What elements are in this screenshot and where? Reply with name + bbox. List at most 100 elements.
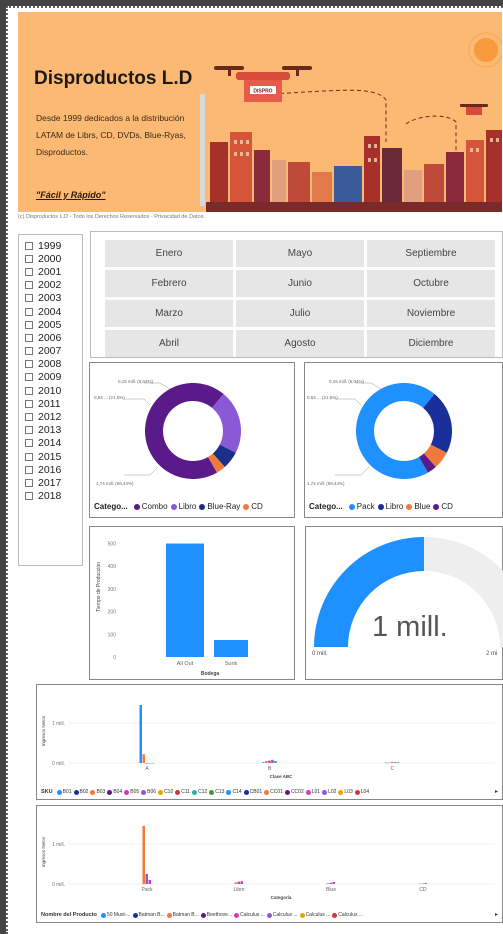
year-option-2010[interactable]: 2010 <box>25 384 82 397</box>
bar-pack-2[interactable] <box>148 880 152 884</box>
legend-item[interactable]: L01 <box>312 789 320 795</box>
year-option-2001[interactable]: 2001 <box>25 265 82 278</box>
checkbox[interactable] <box>25 294 33 303</box>
checkbox[interactable] <box>25 426 33 435</box>
legend-next-arrow-2[interactable]: ▸ <box>495 911 498 918</box>
bar-all-out[interactable] <box>166 543 204 657</box>
year-option-2014[interactable]: 2014 <box>25 437 82 450</box>
legend-item[interactable]: L04 <box>361 789 369 795</box>
bar-libro-2[interactable] <box>240 881 244 884</box>
legend-item[interactable]: B04 <box>113 789 122 795</box>
legend-next-arrow[interactable]: ▸ <box>495 788 498 795</box>
bar-blue-0[interactable] <box>326 883 330 884</box>
checkbox[interactable] <box>25 465 33 474</box>
category-donut-chart-2[interactable]: 0,15 mill. (6,04%) 0,54 ... (21,5%) 1,74… <box>304 362 503 518</box>
year-option-2007[interactable]: 2007 <box>25 345 82 358</box>
month-button[interactable]: Septiembre <box>367 240 495 267</box>
bar-c-1[interactable] <box>387 762 391 764</box>
category-donut-chart[interactable]: 0,15 mill. (6,04%) 0,54 ... (21,5%) 1,74… <box>89 362 295 518</box>
checkbox[interactable] <box>25 373 33 382</box>
bar-pack-0[interactable] <box>142 826 146 884</box>
legend-item[interactable]: Calculus ... <box>338 912 363 918</box>
bar-a-4[interactable] <box>151 763 155 764</box>
month-button[interactable]: Enero <box>105 240 233 267</box>
legend-item[interactable]: Beethove... <box>207 912 232 918</box>
bar-cd-1[interactable] <box>421 883 425 885</box>
bar-c-4[interactable] <box>396 762 400 763</box>
bar-b-3[interactable] <box>271 759 274 763</box>
bar-blue-2[interactable] <box>332 882 336 884</box>
checkbox[interactable] <box>25 399 33 408</box>
year-option-2018[interactable]: 2018 <box>25 490 82 503</box>
year-option-2015[interactable]: 2015 <box>25 450 82 463</box>
year-option-2004[interactable]: 2004 <box>25 305 82 318</box>
checkbox[interactable] <box>25 478 33 487</box>
legend-item[interactable]: L03 <box>344 789 352 795</box>
month-button[interactable]: Noviembre <box>367 300 495 327</box>
bar-a-1[interactable] <box>142 754 146 763</box>
legend-item[interactable]: CD <box>441 502 453 511</box>
bar-b-2[interactable] <box>268 760 271 763</box>
legend-item[interactable]: CC02 <box>291 789 304 795</box>
bar-sunk[interactable] <box>214 639 248 657</box>
bar-a-3[interactable] <box>148 763 152 764</box>
month-button[interactable]: Agosto <box>236 330 364 357</box>
legend-item[interactable]: Blue <box>414 502 430 511</box>
year-option-2006[interactable]: 2006 <box>25 331 82 344</box>
bar-cd-2[interactable] <box>424 883 428 884</box>
checkbox[interactable] <box>25 452 33 461</box>
year-option-2017[interactable]: 2017 <box>25 476 82 489</box>
bar-a-2[interactable] <box>145 763 149 764</box>
legend-item[interactable]: Batman B... <box>139 912 165 918</box>
legend-item[interactable]: Pack <box>357 502 375 511</box>
year-option-2008[interactable]: 2008 <box>25 358 82 371</box>
legend-item[interactable]: Calculus ... <box>273 912 298 918</box>
category-revenue-chart[interactable]: 0 mill. 1 mill. Pack Libro Blue CD Categoría In… <box>36 805 503 923</box>
year-option-2002[interactable]: 2002 <box>25 279 82 292</box>
legend-item[interactable]: Calculus ... <box>240 912 265 918</box>
year-option-2011[interactable]: 2011 <box>25 397 82 410</box>
checkbox[interactable] <box>25 267 33 276</box>
legend-item[interactable]: B01 <box>63 789 72 795</box>
year-option-2009[interactable]: 2009 <box>25 371 82 384</box>
legend-item[interactable]: B03 <box>96 789 105 795</box>
month-button[interactable]: Febrero <box>105 270 233 297</box>
legend-item[interactable]: C14 <box>232 789 241 795</box>
bar-b-0[interactable] <box>262 762 265 763</box>
month-button[interactable]: Diciembre <box>367 330 495 357</box>
bar-c-3[interactable] <box>393 762 397 763</box>
legend-item[interactable]: C11 <box>181 789 190 795</box>
checkbox[interactable] <box>25 281 33 290</box>
legend-item[interactable]: C13 <box>215 789 224 795</box>
legend-item[interactable]: Blue-Ray <box>207 502 240 511</box>
month-button[interactable]: Marzo <box>105 300 233 327</box>
legend-item[interactable]: CD <box>251 502 263 511</box>
checkbox[interactable] <box>25 347 33 356</box>
legend-item[interactable]: L02 <box>328 789 336 795</box>
year-option-2012[interactable]: 2012 <box>25 410 82 423</box>
month-button[interactable]: Julio <box>236 300 364 327</box>
checkbox[interactable] <box>25 492 33 501</box>
bar-libro-1[interactable] <box>237 881 241 884</box>
checkbox[interactable] <box>25 254 33 263</box>
month-button[interactable]: Junio <box>236 270 364 297</box>
month-button[interactable]: Mayo <box>236 240 364 267</box>
checkbox[interactable] <box>25 307 33 316</box>
month-button[interactable]: Abril <box>105 330 233 357</box>
checkbox[interactable] <box>25 333 33 342</box>
year-option-2016[interactable]: 2016 <box>25 463 82 476</box>
bar-b-1[interactable] <box>265 761 268 763</box>
year-option-2013[interactable]: 2013 <box>25 424 82 437</box>
bar-blue-1[interactable] <box>329 882 333 884</box>
bar-c-2[interactable] <box>390 762 394 763</box>
legend-item[interactable]: B06 <box>147 789 156 795</box>
abc-class-revenue-chart[interactable]: 0 mill. 1 mill. A B C Clase ABC Ingresos Netos… <box>36 684 503 800</box>
bar-pack-1[interactable] <box>145 874 149 884</box>
year-option-2005[interactable]: 2005 <box>25 318 82 331</box>
month-button[interactable]: Octubre <box>367 270 495 297</box>
legend-item[interactable]: B05 <box>130 789 139 795</box>
bar-a-0[interactable] <box>139 705 143 763</box>
bar-b-4[interactable] <box>274 761 277 763</box>
legend-item[interactable]: Libro <box>179 502 197 511</box>
checkbox[interactable] <box>25 360 33 369</box>
